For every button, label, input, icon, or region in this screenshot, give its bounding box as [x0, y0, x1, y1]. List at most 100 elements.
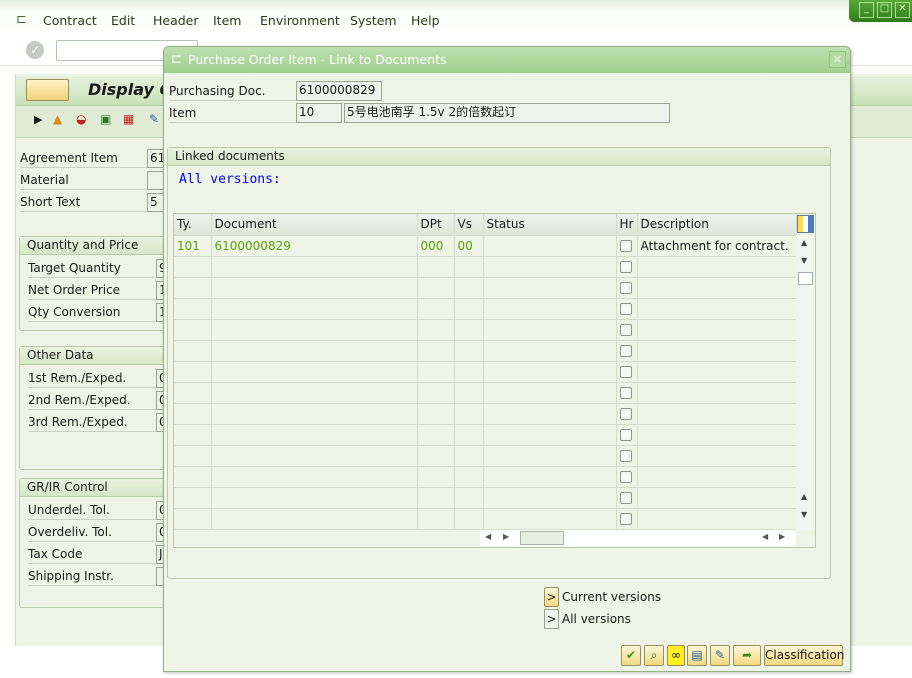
cell-vs[interactable]: 00 — [454, 235, 484, 257]
table-row[interactable] — [174, 508, 797, 530]
cell-hr[interactable] — [616, 340, 638, 362]
cell-status[interactable] — [483, 277, 617, 299]
cell-type[interactable] — [174, 424, 212, 446]
cell-status[interactable] — [483, 424, 617, 446]
cell-hr[interactable] — [616, 277, 638, 299]
hr-checkbox[interactable] — [619, 429, 632, 441]
cell-document[interactable] — [211, 466, 418, 488]
cell-description[interactable] — [637, 361, 797, 383]
cell-vs[interactable] — [454, 277, 484, 299]
current-versions-button[interactable]: > — [544, 587, 559, 607]
cell-document[interactable] — [211, 277, 418, 299]
cell-document[interactable] — [211, 424, 418, 446]
cell-description[interactable] — [637, 256, 797, 278]
cell-dpt[interactable] — [417, 508, 455, 530]
cell-type[interactable] — [174, 466, 212, 488]
cell-type[interactable] — [174, 445, 212, 467]
hr-checkbox[interactable] — [619, 324, 632, 336]
cell-hr[interactable] — [616, 361, 638, 383]
hr-checkbox[interactable] — [619, 450, 632, 462]
display-document-button[interactable]: ⌕ — [644, 645, 664, 666]
cell-dpt[interactable] — [417, 445, 455, 467]
cell-hr[interactable] — [616, 424, 638, 446]
scroll-down-bottom-icon[interactable]: ▼ — [801, 510, 807, 519]
close-window-icon[interactable]: ✕ — [895, 2, 910, 18]
scroll-up-icon[interactable]: ▲ — [801, 238, 807, 247]
cell-description[interactable] — [637, 298, 797, 320]
cell-description[interactable] — [637, 424, 797, 446]
cell-vs[interactable] — [454, 256, 484, 278]
hscroll-thumb[interactable] — [520, 531, 564, 545]
cell-hr[interactable] — [616, 382, 638, 404]
cell-status[interactable] — [483, 445, 617, 467]
cell-dpt[interactable]: 000 — [417, 235, 455, 257]
cell-document[interactable] — [211, 319, 418, 341]
menu-header[interactable]: Header — [153, 13, 199, 28]
cell-document[interactable] — [211, 298, 418, 320]
cell-status[interactable] — [483, 382, 617, 404]
cell-type[interactable] — [174, 508, 212, 530]
edit-notes-button[interactable]: ✎ — [710, 645, 730, 666]
menu-help[interactable]: Help — [411, 13, 440, 28]
cell-vs[interactable] — [454, 445, 484, 467]
cell-status[interactable] — [483, 466, 617, 488]
vertical-scrollbar[interactable]: ▲ ▼ ▲ ▼ — [796, 235, 815, 530]
cell-type[interactable] — [174, 277, 212, 299]
cell-status[interactable] — [483, 298, 617, 320]
cell-vs[interactable] — [454, 340, 484, 362]
hr-checkbox[interactable] — [619, 366, 632, 378]
cell-dpt[interactable] — [417, 340, 455, 362]
table-row[interactable] — [174, 403, 797, 425]
scroll-left-end-icon[interactable]: ◀ — [762, 532, 768, 541]
hr-checkbox[interactable] — [619, 513, 632, 525]
cell-dpt[interactable] — [417, 277, 455, 299]
cell-hr[interactable] — [616, 466, 638, 488]
menu-contract[interactable]: Contract — [43, 13, 97, 28]
cell-type[interactable] — [174, 298, 212, 320]
scroll-right-end-icon[interactable]: ▶ — [779, 532, 785, 541]
table-row[interactable] — [174, 340, 797, 362]
cell-type[interactable] — [174, 340, 212, 362]
cell-description[interactable]: Attachment for contract. — [637, 235, 797, 257]
enter-icon[interactable]: ✓ — [26, 41, 44, 59]
table-row[interactable] — [174, 382, 797, 404]
scroll-left-icon[interactable]: ◀ — [485, 532, 491, 541]
hr-checkbox[interactable] — [619, 492, 632, 504]
header-toggle-button[interactable] — [26, 79, 69, 101]
cell-hr[interactable] — [616, 508, 638, 530]
menu-icon[interactable]: ⊏ — [16, 11, 26, 26]
cell-status[interactable] — [483, 403, 617, 425]
cell-vs[interactable] — [454, 298, 484, 320]
cell-document[interactable] — [211, 403, 418, 425]
cell-description[interactable] — [637, 319, 797, 341]
table-row[interactable] — [174, 319, 797, 341]
cell-status[interactable] — [483, 361, 617, 383]
hr-checkbox[interactable] — [619, 282, 632, 294]
cell-status[interactable] — [483, 487, 617, 509]
cell-dpt[interactable] — [417, 466, 455, 488]
col-status[interactable]: Status — [483, 214, 617, 236]
minimize-icon[interactable]: _ — [859, 2, 874, 18]
cell-document[interactable] — [211, 361, 418, 383]
table-row[interactable] — [174, 298, 797, 320]
scroll-up-bottom-icon[interactable]: ▲ — [801, 492, 807, 501]
menu-edit[interactable]: Edit — [111, 13, 135, 28]
cell-vs[interactable] — [454, 319, 484, 341]
cell-vs[interactable] — [454, 361, 484, 383]
cell-status[interactable] — [483, 256, 617, 278]
all-versions-button[interactable]: > — [544, 609, 559, 629]
menu-system[interactable]: System — [350, 13, 397, 28]
cell-type[interactable] — [174, 487, 212, 509]
cell-vs[interactable] — [454, 382, 484, 404]
cell-dpt[interactable] — [417, 487, 455, 509]
cell-dpt[interactable] — [417, 382, 455, 404]
cell-description[interactable] — [637, 403, 797, 425]
dialog-close-icon[interactable]: ✕ — [829, 51, 846, 68]
cell-document[interactable] — [211, 508, 418, 530]
print-button[interactable]: ▤ — [687, 645, 707, 666]
scroll-thumb[interactable] — [798, 272, 813, 285]
col-vs[interactable]: Vs — [454, 214, 484, 236]
cell-hr[interactable] — [616, 403, 638, 425]
cell-document[interactable] — [211, 487, 418, 509]
cell-status[interactable] — [483, 340, 617, 362]
